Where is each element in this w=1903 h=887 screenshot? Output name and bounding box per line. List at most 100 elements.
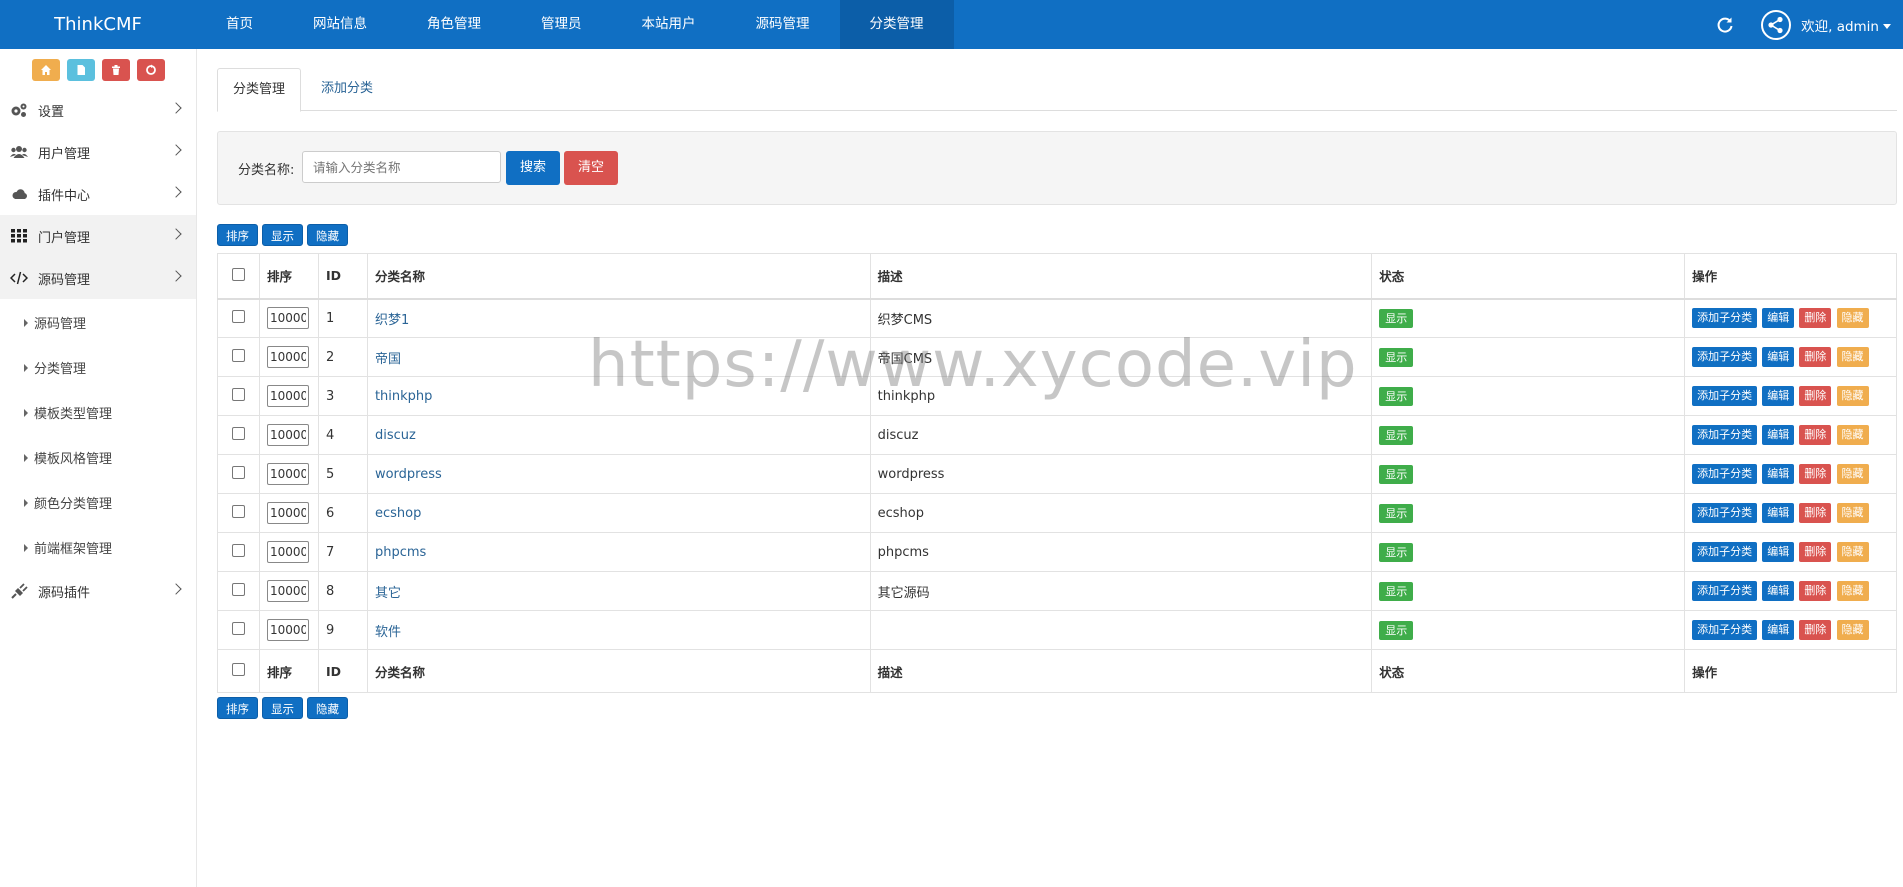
file-shortcut-button[interactable] xyxy=(66,59,95,81)
sidebar-item-settings[interactable]: 设置 xyxy=(0,89,196,131)
add-child-button[interactable]: 添加子分类 xyxy=(1692,308,1758,329)
edit-button[interactable]: 编辑 xyxy=(1762,347,1795,367)
add-child-button[interactable]: 添加子分类 xyxy=(1692,386,1758,406)
home-shortcut-button[interactable] xyxy=(31,59,60,81)
order-input[interactable] xyxy=(266,502,309,524)
sidebar-subitem-source-manage[interactable]: 源码管理 xyxy=(0,300,196,345)
row-checkbox[interactable] xyxy=(231,426,245,440)
delete-button[interactable]: 删除 xyxy=(1799,542,1832,562)
sidebar-subitem-template-type[interactable]: 模板类型管理 xyxy=(0,390,196,435)
edit-button[interactable]: 编辑 xyxy=(1762,425,1795,445)
user-menu[interactable]: 欢迎, admin xyxy=(1801,15,1891,35)
nav-home[interactable]: 首页 xyxy=(196,0,283,49)
category-name-link[interactable]: discuz xyxy=(375,428,416,443)
row-checkbox[interactable] xyxy=(231,504,245,518)
nav-source[interactable]: 源码管理 xyxy=(726,0,840,49)
add-child-button[interactable]: 添加子分类 xyxy=(1692,581,1758,601)
delete-button[interactable]: 删除 xyxy=(1799,503,1832,523)
category-name-link[interactable]: ecshop xyxy=(375,506,421,521)
order-input[interactable] xyxy=(266,619,309,641)
nav-admins[interactable]: 管理员 xyxy=(511,0,612,49)
add-child-button[interactable]: 添加子分类 xyxy=(1692,347,1758,367)
edit-button[interactable]: 编辑 xyxy=(1762,308,1795,329)
nav-site-info[interactable]: 网站信息 xyxy=(283,0,397,49)
hide-button[interactable]: 隐藏 xyxy=(1836,386,1869,406)
col-order-header[interactable]: 排序 xyxy=(258,253,319,300)
avatar[interactable] xyxy=(1761,9,1792,40)
add-child-button[interactable]: 添加子分类 xyxy=(1692,620,1758,640)
add-child-button[interactable]: 添加子分类 xyxy=(1692,464,1758,484)
order-input[interactable] xyxy=(266,580,309,602)
sidebar-subitem-template-style[interactable]: 模板风格管理 xyxy=(0,435,196,480)
row-checkbox[interactable] xyxy=(231,309,245,323)
sidebar-item-source-plugins[interactable]: 源码插件 xyxy=(0,570,196,612)
recycle-shortcut-button[interactable] xyxy=(136,59,165,81)
hide-button[interactable]: 隐藏 xyxy=(1836,308,1869,329)
category-name-link[interactable]: 帝国 xyxy=(375,352,401,367)
edit-button[interactable]: 编辑 xyxy=(1762,620,1795,640)
bulk-sort-button[interactable]: 排序 xyxy=(217,697,258,719)
hide-button[interactable]: 隐藏 xyxy=(1836,620,1869,640)
add-child-button[interactable]: 添加子分类 xyxy=(1692,503,1758,523)
delete-button[interactable]: 删除 xyxy=(1799,386,1832,406)
hide-button[interactable]: 隐藏 xyxy=(1836,347,1869,367)
clear-button[interactable]: 清空 xyxy=(564,151,618,185)
delete-button[interactable]: 删除 xyxy=(1799,308,1832,329)
bulk-hide-button[interactable]: 隐藏 xyxy=(307,224,348,246)
delete-button[interactable]: 删除 xyxy=(1799,581,1832,601)
sidebar-subitem-frontend-framework[interactable]: 前端框架管理 xyxy=(0,525,196,570)
add-child-button[interactable]: 添加子分类 xyxy=(1692,542,1758,562)
select-all-checkbox[interactable] xyxy=(231,663,245,676)
order-input[interactable] xyxy=(266,463,309,485)
nav-roles[interactable]: 角色管理 xyxy=(397,0,511,49)
sidebar-subitem-category-manage[interactable]: 分类管理 xyxy=(0,345,196,390)
search-input[interactable] xyxy=(302,151,501,183)
hide-button[interactable]: 隐藏 xyxy=(1836,503,1869,523)
hide-button[interactable]: 隐藏 xyxy=(1836,581,1869,601)
bulk-sort-button[interactable]: 排序 xyxy=(217,224,258,246)
col-id-footer[interactable]: ID xyxy=(317,649,368,693)
sidebar-item-portal[interactable]: 门户管理 xyxy=(0,215,196,257)
hide-button[interactable]: 隐藏 xyxy=(1836,425,1869,445)
category-name-link[interactable]: wordpress xyxy=(375,467,442,482)
category-name-link[interactable]: phpcms xyxy=(375,545,426,560)
hide-button[interactable]: 隐藏 xyxy=(1836,464,1869,484)
edit-button[interactable]: 编辑 xyxy=(1762,386,1795,406)
bulk-show-button[interactable]: 显示 xyxy=(262,224,303,246)
bulk-show-button[interactable]: 显示 xyxy=(262,697,303,719)
row-checkbox[interactable] xyxy=(231,582,245,596)
order-input[interactable] xyxy=(266,385,309,407)
category-name-link[interactable]: 其它 xyxy=(375,586,401,601)
row-checkbox[interactable] xyxy=(231,543,245,557)
sidebar-item-source[interactable]: 源码管理 xyxy=(0,257,196,299)
category-name-link[interactable]: thinkphp xyxy=(375,389,432,404)
sidebar-subitem-color-category[interactable]: 颜色分类管理 xyxy=(0,480,196,525)
search-button[interactable]: 搜索 xyxy=(506,151,560,185)
edit-button[interactable]: 编辑 xyxy=(1762,581,1795,601)
order-input[interactable] xyxy=(266,307,309,330)
sidebar-item-users[interactable]: 用户管理 xyxy=(0,131,196,173)
brand-logo[interactable]: ThinkCMF xyxy=(0,0,196,49)
order-input[interactable] xyxy=(266,541,309,563)
nav-categories[interactable]: 分类管理 xyxy=(839,0,954,49)
delete-button[interactable]: 删除 xyxy=(1799,464,1832,484)
tab-category-manage[interactable]: 分类管理 xyxy=(217,68,302,112)
select-all-checkbox[interactable] xyxy=(231,267,245,281)
nav-site-users[interactable]: 本站用户 xyxy=(612,0,726,49)
delete-button[interactable]: 删除 xyxy=(1799,425,1832,445)
row-checkbox[interactable] xyxy=(231,348,245,362)
delete-button[interactable]: 删除 xyxy=(1799,347,1832,367)
sidebar-item-plugins[interactable]: 插件中心 xyxy=(0,173,196,215)
hide-button[interactable]: 隐藏 xyxy=(1836,542,1869,562)
tab-add-category[interactable]: 添加分类 xyxy=(306,68,388,110)
order-input[interactable] xyxy=(266,346,309,368)
edit-button[interactable]: 编辑 xyxy=(1762,542,1795,562)
row-checkbox[interactable] xyxy=(231,621,245,635)
order-input[interactable] xyxy=(266,424,309,446)
category-name-link[interactable]: 织梦1 xyxy=(375,313,409,328)
col-id-header[interactable]: ID xyxy=(317,253,368,300)
row-checkbox[interactable] xyxy=(231,465,245,479)
row-checkbox[interactable] xyxy=(231,387,245,401)
add-child-button[interactable]: 添加子分类 xyxy=(1692,425,1758,445)
edit-button[interactable]: 编辑 xyxy=(1762,503,1795,523)
